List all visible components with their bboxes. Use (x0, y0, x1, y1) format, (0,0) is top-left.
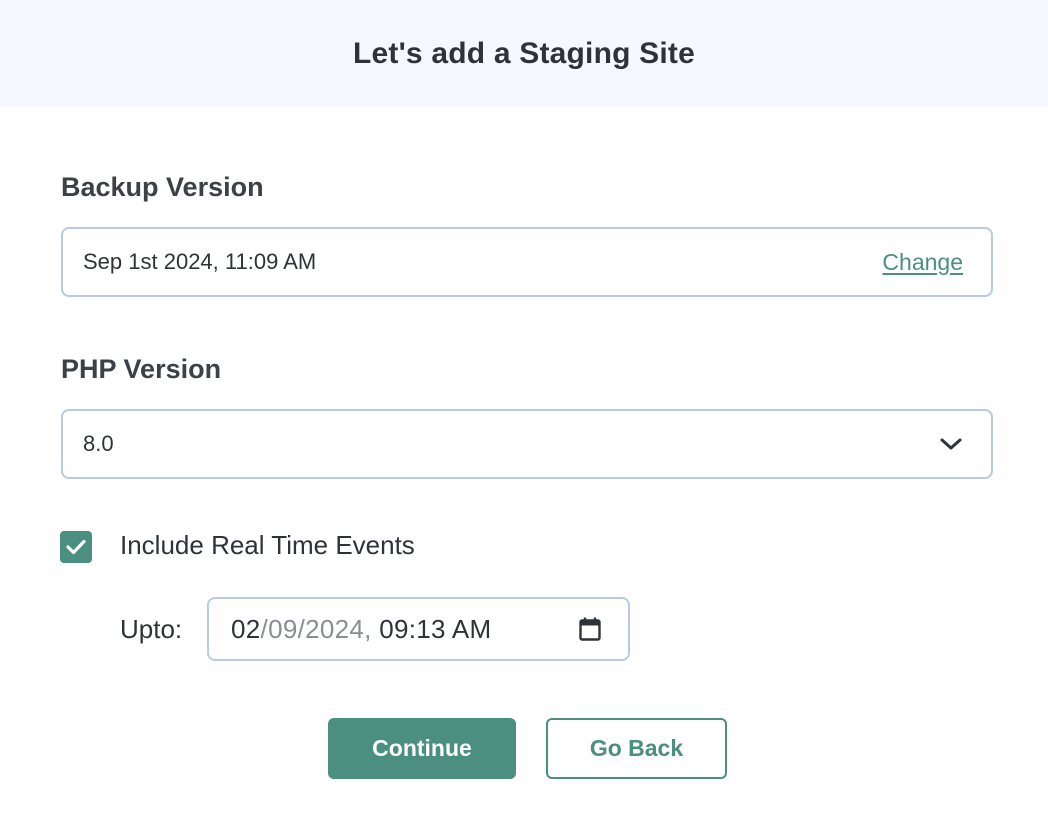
time-value[interactable]: 09:13 (379, 614, 446, 644)
time-ampm[interactable]: AM (452, 614, 492, 644)
date-day[interactable]: 02 (231, 614, 261, 644)
go-back-button[interactable]: Go Back (546, 718, 727, 779)
upto-datetime-input[interactable]: 02/09/2024, 09:13 AM (207, 597, 630, 661)
dialog-header: Let's add a Staging Site (0, 0, 1048, 107)
php-version-label: PHP Version (61, 354, 222, 384)
php-version-selected: 8.0 (83, 431, 114, 456)
chevron-down-icon (939, 432, 963, 456)
upto-label: Upto: (120, 614, 183, 644)
date-year[interactable]: 2024 (305, 614, 364, 644)
include-realtime-label[interactable]: Include Real Time Events (120, 530, 415, 561)
calendar-icon[interactable] (578, 616, 602, 642)
php-version-select[interactable]: 8.0 (61, 409, 993, 479)
continue-button[interactable]: Continue (328, 718, 516, 779)
backup-version-field: Sep 1st 2024, 11:09 AM Change (61, 227, 993, 297)
dialog-title: Let's add a Staging Site (353, 36, 695, 70)
datetime-value: 02/09/2024, 09:13 AM (231, 613, 492, 644)
checkmark-icon (65, 538, 87, 556)
backup-version-label: Backup Version (61, 172, 264, 202)
include-realtime-checkbox[interactable] (60, 531, 92, 563)
change-backup-link[interactable]: Change (882, 249, 963, 276)
date-month[interactable]: 09 (268, 614, 298, 644)
backup-version-value: Sep 1st 2024, 11:09 AM (83, 249, 317, 274)
